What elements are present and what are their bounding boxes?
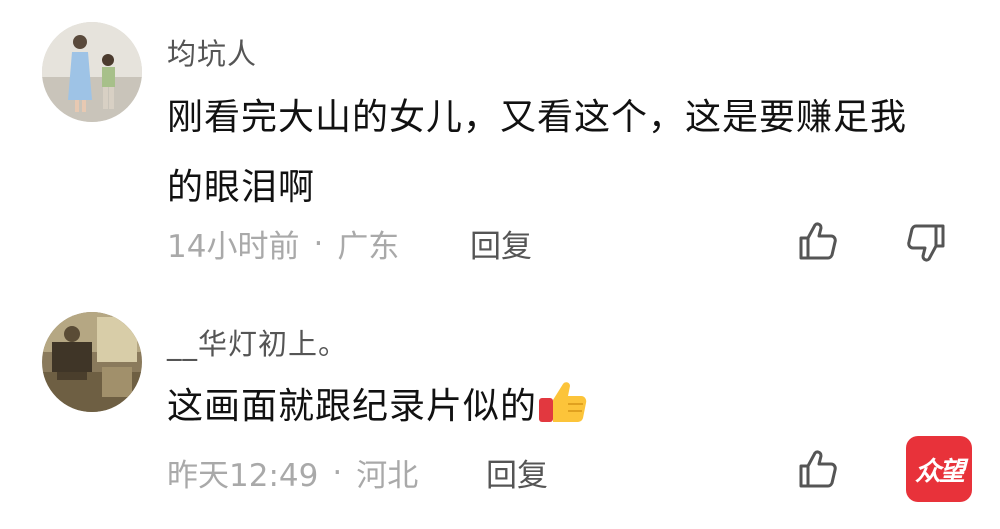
- thumbs-up-emoji: [537, 380, 589, 426]
- watermark-text: 众望: [914, 456, 965, 487]
- avatar-child-photo-icon: [42, 22, 142, 122]
- comment-item: __华灯初上。 这画面就跟纪录片似的 昨天12:49 · 河北 回复: [0, 290, 1000, 529]
- comment-username[interactable]: __华灯初上。: [167, 321, 348, 363]
- comment-text-content: 这画面就跟纪录片似的: [167, 386, 538, 427]
- comment-text: 这画面就跟纪录片似的: [167, 372, 937, 442]
- comment-time: 昨天12:49: [167, 458, 319, 494]
- comment-meta: 14小时前 · 广东: [167, 221, 399, 266]
- comment-username[interactable]: 均坑人: [167, 31, 257, 73]
- thumbs-up-icon[interactable]: [797, 448, 839, 490]
- user-avatar[interactable]: [42, 22, 142, 122]
- comment-text: 刚看完大山的女儿，又看这个，这是要赚足我的眼泪啊: [167, 97, 908, 208]
- comment-item: 均坑人 刚看完大山的女儿，又看这个，这是要赚足我的眼泪啊 14小时前 · 广东 …: [0, 0, 1000, 290]
- avatar-vintage-photo-icon: [42, 312, 142, 412]
- user-avatar[interactable]: [42, 312, 142, 412]
- meta-separator: ·: [332, 454, 343, 491]
- comment-location: 河北: [356, 458, 419, 494]
- thumbs-down-icon[interactable]: [905, 222, 947, 264]
- brand-watermark-logo: 众望: [906, 436, 972, 502]
- reply-button[interactable]: 回复: [470, 221, 532, 266]
- comment-meta: 昨天12:49 · 河北: [167, 450, 418, 495]
- thumbs-up-icon[interactable]: [797, 220, 839, 262]
- comment-location: 广东: [337, 229, 400, 265]
- reply-button[interactable]: 回复: [486, 450, 548, 495]
- meta-separator: ·: [313, 225, 324, 262]
- comment-time: 14小时前: [167, 229, 300, 265]
